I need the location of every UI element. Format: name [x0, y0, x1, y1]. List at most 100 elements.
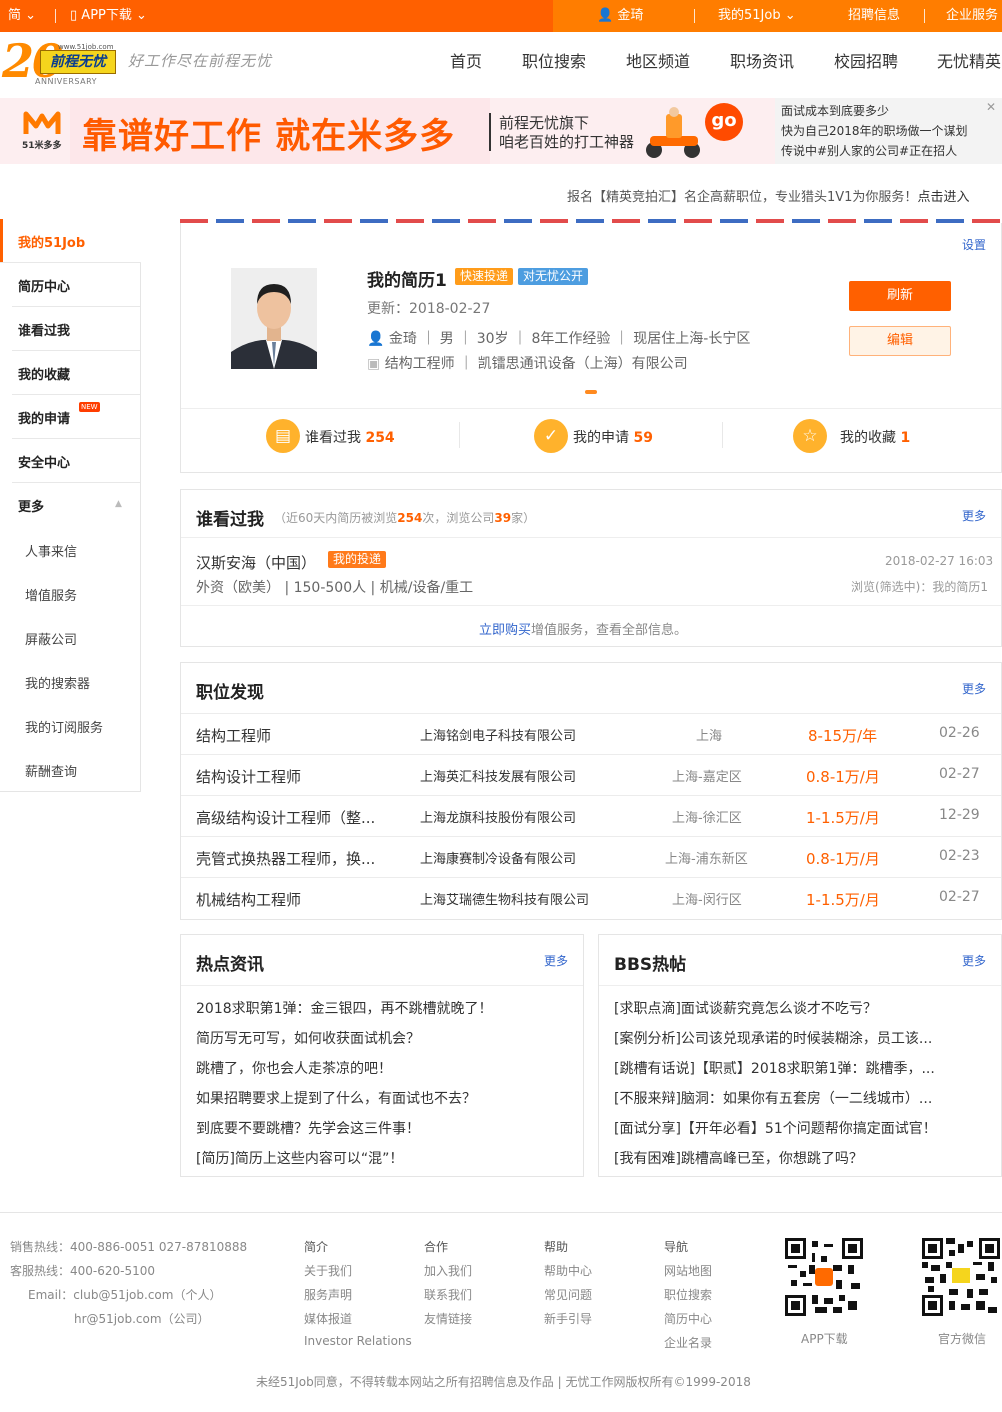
footer-link[interactable]: 企业名录 — [664, 1334, 712, 1351]
nav-elite[interactable]: 无忧精英 — [937, 48, 1001, 72]
job-company[interactable]: 上海龙旗科技股份有限公司 — [420, 807, 576, 826]
footer-link[interactable]: 媒体报道 — [304, 1310, 352, 1327]
job-company[interactable]: 上海康赛制冷设备有限公司 — [420, 848, 576, 867]
my51job-label: 我的51Job — [718, 8, 781, 23]
app-download-link[interactable]: ▯ APP下载 ⌄ — [70, 0, 147, 32]
footer-link[interactable]: 职位搜索 — [664, 1286, 712, 1303]
bbs-item[interactable]: [面试分享]【开年必看】51个问题帮你搞定面试官！ — [614, 1118, 937, 1138]
user-link[interactable]: 👤 金琦 — [597, 0, 643, 32]
job-row[interactable]: 结构设计工程师 上海英汇科技发展有限公司 上海-嘉定区 0.8-1万/月 02-… — [181, 754, 1001, 795]
ad-link-1[interactable]: 面试成本到底要多少 — [781, 102, 889, 119]
sidebar-item-favorites[interactable]: 我的收藏 — [18, 364, 70, 383]
footer-link[interactable]: 加入我们 — [424, 1262, 472, 1279]
email-personal[interactable]: club@51job.com（个人） — [73, 1288, 221, 1302]
job-row[interactable]: 结构工程师 上海铭剑电子科技有限公司 上海 8-15万/年 02-26 — [181, 713, 1001, 754]
job-company[interactable]: 上海英汇科技发展有限公司 — [420, 766, 576, 785]
sidebar-item-applications[interactable]: 我的申请 — [18, 408, 70, 427]
ad-banner[interactable]: 51米多多 靠谱好工作 就在米多多 前程无忧旗下 咱老百姓的打工神器 — [0, 98, 775, 164]
job-date: 02-27 — [939, 766, 980, 782]
stat-applications[interactable]: 我的申请 59 — [573, 427, 653, 447]
ad-link-2[interactable]: 快为自己2018年的职场做一个谋划 — [781, 122, 968, 139]
chevron-down-icon: ⌄ — [136, 8, 147, 23]
footer-link[interactable]: 联系我们 — [424, 1286, 472, 1303]
sidebar-sub-blocked-companies[interactable]: 屏蔽公司 — [25, 629, 77, 648]
language-switch[interactable]: 简 ⌄ — [8, 0, 36, 32]
news-item[interactable]: 如果招聘要求上提到了什么，有面试也不去？ — [196, 1088, 476, 1108]
bbs-item[interactable]: [案例分析]公司该兑现承诺的时候装糊涂，员工该... — [614, 1028, 932, 1048]
sidebar-item-security[interactable]: 安全中心 — [18, 452, 70, 471]
resume-title[interactable]: 我的简历1 — [367, 266, 447, 291]
job-row[interactable]: 高级结构设计工程师（整... 上海龙旗科技股份有限公司 上海-徐汇区 1-1.5… — [181, 795, 1001, 836]
recruit-info-link[interactable]: 招聘信息 — [848, 0, 900, 32]
job-company[interactable]: 上海艾瑞德生物科技有限公司 — [420, 889, 589, 908]
ad-link-3[interactable]: 传说中#别人家的公司#正在招人 — [781, 142, 957, 159]
nav-region[interactable]: 地区频道 — [626, 48, 690, 72]
viewers-more-link[interactable]: 更多 — [962, 507, 986, 524]
footer-link[interactable]: 网站地图 — [664, 1262, 712, 1279]
news-more-link[interactable]: 更多 — [544, 952, 568, 969]
bbs-item[interactable]: [跳槽有话说]【职贰】2018求职第1弹：跳槽季，... — [614, 1058, 935, 1078]
my51job-menu[interactable]: 我的51Job ⌄ — [718, 0, 796, 32]
email-company[interactable]: hr@51job.com（公司） — [74, 1310, 210, 1327]
sidebar-item-who-viewed[interactable]: 谁看过我 — [18, 320, 70, 339]
sidebar-sub-salary[interactable]: 薪酬查询 — [25, 761, 77, 780]
sidebar-item-more[interactable]: 更多 — [18, 496, 44, 515]
nav-campus[interactable]: 校园招聘 — [834, 48, 898, 72]
sidebar-sub-searchers[interactable]: 我的搜索器 — [25, 673, 90, 692]
notice-link[interactable]: 点击进入 — [917, 190, 969, 205]
bbs-item[interactable]: [不服来辩]脑洞：如果你有五套房（一二线城市）... — [614, 1088, 932, 1108]
banner-sub1: 前程无忧旗下 — [499, 114, 590, 132]
site-slogan: 好工作尽在前程无忧 — [128, 52, 273, 70]
viewer-company-name[interactable]: 汉斯安海（中国） — [196, 552, 316, 573]
footer-link[interactable]: 常见问题 — [544, 1286, 592, 1303]
settings-link[interactable]: 设置 — [962, 236, 986, 253]
news-item[interactable]: 到底要不要跳槽？先学会这三件事！ — [196, 1118, 420, 1138]
job-title[interactable]: 机械结构工程师 — [196, 889, 301, 910]
bbs-item[interactable]: [我有困难]跳槽高峰已至，你想跳了吗？ — [614, 1148, 863, 1168]
footer-link[interactable]: 新手引导 — [544, 1310, 592, 1327]
footer-link[interactable]: Investor Relations — [304, 1334, 412, 1348]
job-row[interactable]: 机械结构工程师 上海艾瑞德生物科技有限公司 上海-闵行区 1-1.5万/月 02… — [181, 877, 1001, 918]
footer-link[interactable]: 帮助中心 — [544, 1262, 592, 1279]
ad-text-panel: 面试成本到底要多少 快为自己2018年的职场做一个谋划 传说中#别人家的公司#正… — [775, 98, 1002, 164]
refresh-button[interactable]: 刷新 — [849, 281, 951, 311]
enterprise-service-link[interactable]: 企业服务 — [946, 0, 998, 32]
bbs-item[interactable]: [求职点滴]面试谈薪究竟怎么谈才不吃亏？ — [614, 998, 877, 1018]
sidebar-item-my51job[interactable]: 我的51Job — [18, 232, 85, 251]
job-title[interactable]: 结构设计工程师 — [196, 766, 301, 787]
avatar[interactable] — [231, 268, 317, 369]
buy-link[interactable]: 立即购买 — [479, 623, 531, 638]
site-logo[interactable]: 20 www.51job.com 前程无忧 ANNIVERSARY — [0, 34, 120, 90]
news-item[interactable]: 2018求职第1弹：金三银四，再不跳槽就晚了！ — [196, 998, 493, 1018]
carousel-dot[interactable] — [585, 390, 597, 394]
sidebar-sub-value-added[interactable]: 增值服务 — [25, 585, 77, 604]
sidebar-sub-subscriptions[interactable]: 我的订阅服务 — [25, 717, 103, 736]
jobs-more-link[interactable]: 更多 — [962, 680, 986, 697]
stat-who-viewed[interactable]: 谁看过我 254 — [305, 427, 395, 447]
news-item[interactable]: 跳槽了，你也会人走茶凉的吧！ — [196, 1058, 392, 1078]
job-company[interactable]: 上海铭剑电子科技有限公司 — [420, 725, 576, 744]
edit-button[interactable]: 编辑 — [849, 326, 951, 356]
job-title[interactable]: 结构工程师 — [196, 725, 271, 746]
nav-job-search[interactable]: 职位搜索 — [522, 48, 586, 72]
nav-home[interactable]: 首页 — [450, 48, 482, 72]
resume-job-info: ▣ 结构工程师 ｜ 凯镭思通讯设备（上海）有限公司 — [367, 356, 688, 372]
news-item[interactable]: 简历写无可写，如何收获面试机会？ — [196, 1028, 420, 1048]
news-item[interactable]: [简历]简历上这些内容可以“混”！ — [196, 1148, 403, 1168]
sidebar-sub-hr-letters[interactable]: 人事来信 — [25, 541, 77, 560]
footer-link[interactable]: 简历中心 — [664, 1310, 712, 1327]
jobs-title: 职位发现 — [196, 683, 264, 703]
footer-link[interactable]: 服务声明 — [304, 1286, 352, 1303]
stat-favorites[interactable]: 我的收藏 1 — [840, 427, 910, 447]
nav-workplace-news[interactable]: 职场资讯 — [730, 48, 794, 72]
footer-link[interactable]: 友情链接 — [424, 1310, 472, 1327]
sidebar-item-resume-center[interactable]: 简历中心 — [18, 276, 70, 295]
job-title[interactable]: 壳管式换热器工程师，换... — [196, 848, 375, 869]
banner-go-button[interactable]: go — [705, 103, 743, 141]
close-icon[interactable]: ✕ — [986, 100, 996, 114]
job-title[interactable]: 高级结构设计工程师（整... — [196, 807, 375, 828]
footer-link[interactable]: 关于我们 — [304, 1262, 352, 1279]
caret-up-icon[interactable]: ▲ — [115, 499, 122, 509]
job-row[interactable]: 壳管式换热器工程师，换... 上海康赛制冷设备有限公司 上海-浦东新区 0.8-… — [181, 836, 1001, 877]
bbs-more-link[interactable]: 更多 — [962, 952, 986, 969]
